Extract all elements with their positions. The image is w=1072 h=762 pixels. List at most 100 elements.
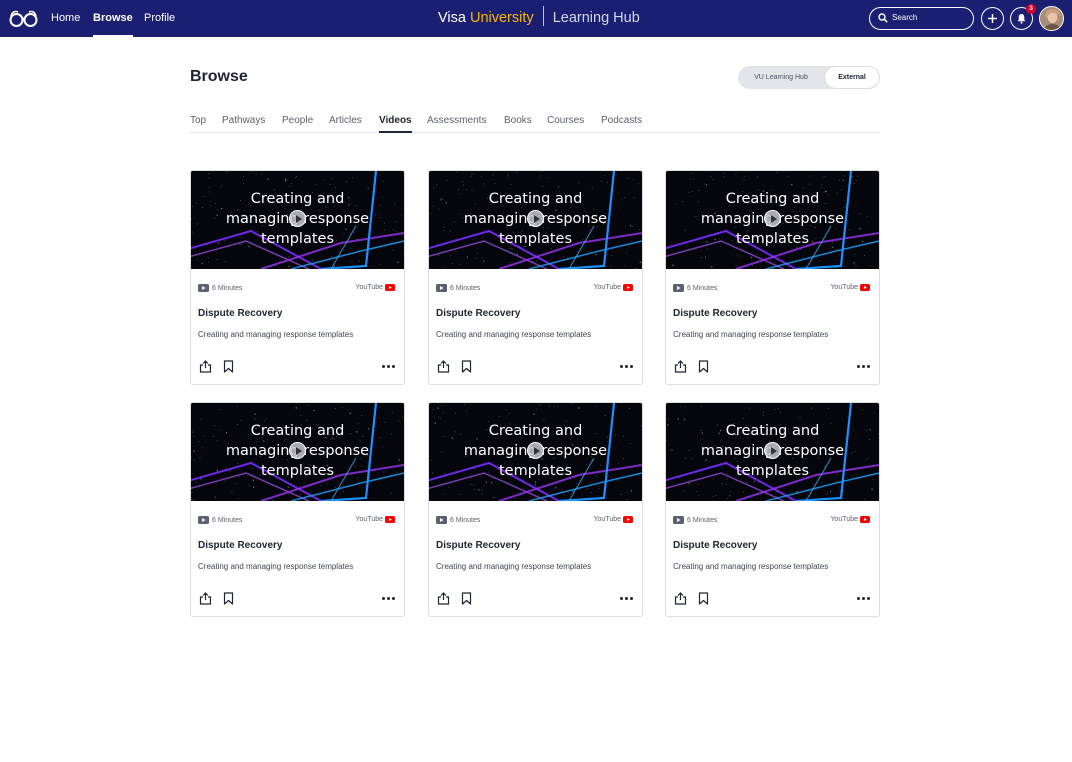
play-icon[interactable] <box>764 210 781 227</box>
add-button[interactable] <box>981 7 1004 30</box>
card-description: Creating and managing response templates <box>198 562 354 571</box>
video-source: YouTube <box>355 284 395 291</box>
tab-pathways[interactable]: Pathways <box>222 115 265 126</box>
card-title[interactable]: Dispute Recovery <box>198 540 282 551</box>
video-thumbnail[interactable]: Creating and managing response templates <box>666 171 879 269</box>
search-icon <box>878 13 888 23</box>
card-description: Creating and managing response templates <box>436 330 592 339</box>
play-icon[interactable] <box>527 210 544 227</box>
share-icon[interactable] <box>199 360 212 373</box>
video-duration: 6 Minutes <box>673 284 717 292</box>
video-thumbnail[interactable]: Creating and managing response templates <box>429 171 642 269</box>
card-title[interactable]: Dispute Recovery <box>673 540 757 551</box>
card-title[interactable]: Dispute Recovery <box>198 308 282 319</box>
play-icon[interactable] <box>764 442 781 459</box>
source-label: YouTube <box>830 284 858 291</box>
tab-articles[interactable]: Articles <box>329 115 362 126</box>
tab-top[interactable]: Top <box>190 115 206 126</box>
video-card-6[interactable]: Creating and managing response templates… <box>665 402 880 617</box>
duration-label: 6 Minutes <box>450 517 481 524</box>
tab-courses[interactable]: Courses <box>547 115 584 126</box>
toggle-vu-learning-hub[interactable]: VU Learning Hub <box>738 66 824 89</box>
youtube-icon <box>623 516 633 523</box>
source-label: YouTube <box>593 284 621 291</box>
tab-books[interactable]: Books <box>504 115 532 126</box>
video-thumbnail[interactable]: Creating and managing response templates <box>429 403 642 501</box>
more-options-icon[interactable] <box>620 365 634 369</box>
video-icon <box>673 516 684 524</box>
nav-browse-link[interactable]: Browse <box>93 0 133 37</box>
video-card-1[interactable]: Creating and managing response templates… <box>190 170 405 385</box>
source-label: YouTube <box>593 516 621 523</box>
card-description: Creating and managing response templates <box>673 562 829 571</box>
play-icon[interactable] <box>289 442 306 459</box>
duration-label: 6 Minutes <box>687 285 718 292</box>
play-icon[interactable] <box>289 210 306 227</box>
video-duration: 6 Minutes <box>198 516 242 524</box>
thumbnail-line-3: templates <box>735 231 809 247</box>
video-card-5[interactable]: Creating and managing response templates… <box>428 402 643 617</box>
bookmark-icon[interactable] <box>461 360 472 373</box>
more-options-icon[interactable] <box>382 597 396 601</box>
bookmark-icon[interactable] <box>223 360 234 373</box>
share-icon[interactable] <box>437 592 450 605</box>
bookmark-icon[interactable] <box>461 592 472 605</box>
thumbnail-line-1: Creating and <box>725 423 820 439</box>
video-card-2[interactable]: Creating and managing response templates… <box>428 170 643 385</box>
thumbnail-line-1: Creating and <box>725 191 820 207</box>
youtube-icon <box>860 284 870 291</box>
share-icon[interactable] <box>674 360 687 373</box>
video-duration: 6 Minutes <box>436 516 480 524</box>
glasses-logo-icon[interactable] <box>9 9 38 28</box>
bookmark-icon[interactable] <box>698 360 709 373</box>
video-card-3[interactable]: Creating and managing response templates… <box>665 170 880 385</box>
notification-count-badge: 3 <box>1026 4 1036 14</box>
video-thumbnail[interactable]: Creating and managing response templates <box>191 171 404 269</box>
toggle-external[interactable]: External <box>824 66 880 89</box>
thumbnail-line-3: templates <box>735 463 809 479</box>
play-icon[interactable] <box>527 442 544 459</box>
youtube-icon <box>860 516 870 523</box>
nav-profile-link[interactable]: Profile <box>144 0 175 37</box>
more-options-icon[interactable] <box>857 365 871 369</box>
duration-label: 6 Minutes <box>450 285 481 292</box>
duration-label: 6 Minutes <box>212 517 243 524</box>
duration-label: 6 Minutes <box>212 285 243 292</box>
nav-home-link[interactable]: Home <box>51 0 80 37</box>
more-options-icon[interactable] <box>857 597 871 601</box>
card-title[interactable]: Dispute Recovery <box>436 540 520 551</box>
source-toggle: VU Learning Hub External <box>738 66 880 89</box>
source-label: YouTube <box>830 516 858 523</box>
bookmark-icon[interactable] <box>698 592 709 605</box>
video-thumbnail[interactable]: Creating and managing response templates <box>191 403 404 501</box>
share-icon[interactable] <box>437 360 450 373</box>
video-icon <box>436 284 447 292</box>
tab-people[interactable]: People <box>282 115 313 126</box>
card-title[interactable]: Dispute Recovery <box>436 308 520 319</box>
video-icon <box>673 284 684 292</box>
more-options-icon[interactable] <box>382 365 396 369</box>
search-input[interactable]: Search <box>869 7 974 30</box>
tab-videos[interactable]: Videos <box>379 115 412 133</box>
tab-podcasts[interactable]: Podcasts <box>601 115 642 126</box>
share-icon[interactable] <box>674 592 687 605</box>
more-options-icon[interactable] <box>620 597 634 601</box>
video-thumbnail[interactable]: Creating and managing response templates <box>666 403 879 501</box>
source-label: YouTube <box>355 516 383 523</box>
share-icon[interactable] <box>199 592 212 605</box>
video-icon <box>198 284 209 292</box>
video-source: YouTube <box>830 516 870 523</box>
thumbnail-line-3: templates <box>260 231 334 247</box>
brand-university: University <box>469 10 534 26</box>
bookmark-icon[interactable] <box>223 592 234 605</box>
bell-icon <box>1017 14 1026 24</box>
avatar-image-icon <box>1040 7 1063 30</box>
tab-assessments[interactable]: Assessments <box>427 115 486 126</box>
thumbnail-line-1: Creating and <box>250 423 345 439</box>
card-title[interactable]: Dispute Recovery <box>673 308 757 319</box>
video-icon <box>198 516 209 524</box>
top-nav-bar: Home Browse Profile Visa University Lear… <box>0 0 1072 37</box>
user-avatar[interactable] <box>1039 6 1064 31</box>
video-card-4[interactable]: Creating and managing response templates… <box>190 402 405 617</box>
brand-title: Visa University Learning Hub <box>438 0 640 37</box>
